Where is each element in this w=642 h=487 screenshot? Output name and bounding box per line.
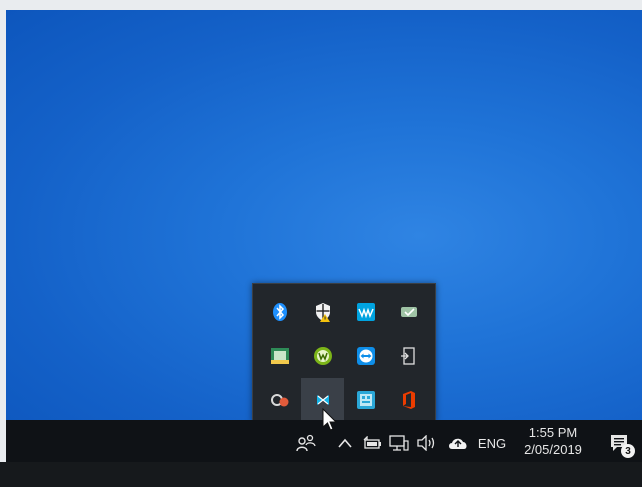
creative-cloud-icon <box>270 394 288 407</box>
tray-app-icon <box>270 348 289 364</box>
waves-maxxaudio-icon <box>356 303 375 321</box>
tray-item-windows-defender[interactable] <box>301 290 344 334</box>
tray-item-app-2[interactable] <box>344 378 387 422</box>
network-icon <box>389 435 409 451</box>
language-label: ENG <box>477 435 507 451</box>
device-connect-icon <box>400 307 417 317</box>
monitor-bezel <box>0 462 642 487</box>
onedrive-button[interactable] <box>444 430 472 456</box>
clock-button[interactable]: 1:55 PM 2/05/2019 <box>510 422 596 460</box>
tray-item-office[interactable] <box>387 378 430 422</box>
webroot-icon <box>313 347 332 365</box>
overflow-icon-grid <box>258 290 430 422</box>
tray-item-creative-cloud[interactable] <box>258 378 301 422</box>
screen: ENG 1:55 PM 2/05/2019 3 <box>0 0 642 487</box>
tray-item-webroot[interactable] <box>301 334 344 378</box>
bluetooth-icon <box>272 303 287 321</box>
notification-overflow-panel <box>252 283 436 422</box>
tray-app-icon-2 <box>356 391 375 409</box>
onedrive-icon <box>449 438 467 449</box>
eject-icon <box>400 347 415 365</box>
tray-item-app[interactable] <box>258 334 301 378</box>
volume-button[interactable] <box>414 430 440 456</box>
chevron-up-icon <box>338 438 352 448</box>
show-hidden-icons-button[interactable] <box>334 430 356 456</box>
tray-item-xero[interactable] <box>301 378 344 422</box>
people-icon <box>296 434 316 452</box>
teamviewer-icon <box>356 347 375 365</box>
clock-time: 1:55 PM <box>528 425 578 440</box>
battery-icon <box>363 436 381 449</box>
office-icon <box>402 391 415 409</box>
clock-date: 2/05/2019 <box>524 442 582 457</box>
tray-item-teamviewer[interactable] <box>344 334 387 378</box>
tray-item-bluetooth[interactable] <box>258 290 301 334</box>
network-button[interactable] <box>387 430 411 456</box>
tray-item-device-connect[interactable] <box>387 290 430 334</box>
battery-button[interactable] <box>360 430 384 456</box>
xero-icon <box>316 395 329 405</box>
input-language-button[interactable]: ENG <box>474 430 510 456</box>
people-button[interactable] <box>292 430 320 456</box>
tray-item-safely-remove[interactable] <box>387 334 430 378</box>
windows-defender-icon <box>315 303 330 322</box>
notification-count-badge: 3 <box>621 444 635 458</box>
tray-item-waves-audio[interactable] <box>344 290 387 334</box>
volume-icon <box>417 435 435 451</box>
